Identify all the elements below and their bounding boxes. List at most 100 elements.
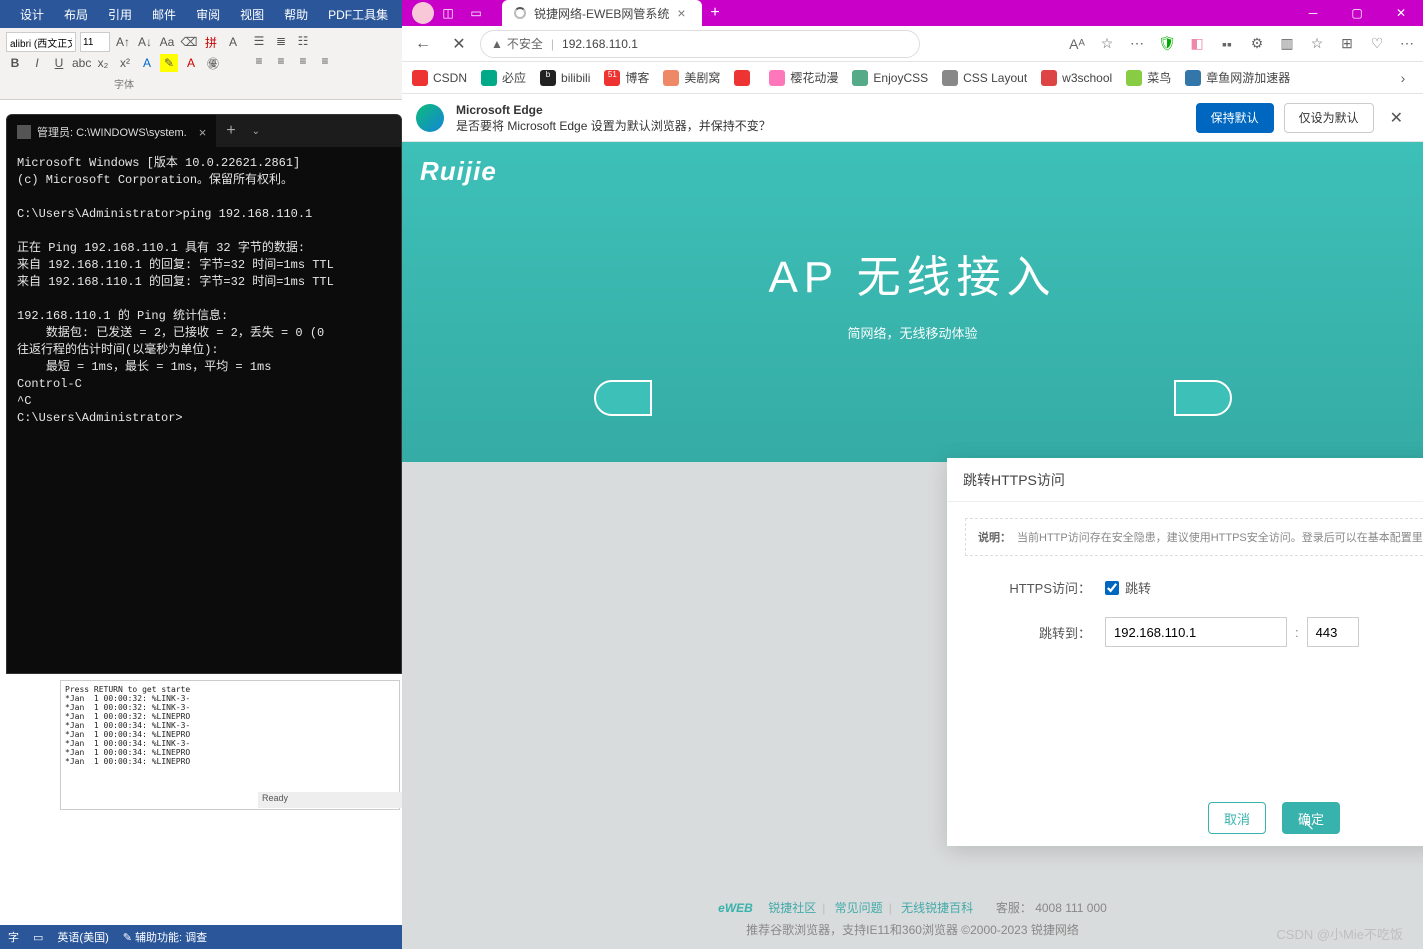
menu-icon[interactable]: ⋯	[1397, 34, 1417, 54]
back-button[interactable]: ←	[408, 29, 438, 59]
redirect-port-input[interactable]	[1307, 617, 1359, 647]
favorites-bar: CSDN 必应 bbilibili 51博客 美剧窝 樱花动漫 EnjoyCSS…	[402, 62, 1423, 94]
new-tab-button[interactable]: +	[702, 0, 728, 26]
size-select[interactable]	[80, 32, 110, 52]
collections-icon[interactable]: ▥	[1277, 34, 1297, 54]
tab-close-button[interactable]: ×	[199, 125, 207, 140]
watermark: CSDN @小Mie不吃饭	[1276, 924, 1403, 943]
page-indicator: 字	[8, 929, 19, 945]
shrink-font-button[interactable]: A↓	[136, 33, 154, 51]
underline-button[interactable]: U	[50, 54, 68, 72]
fav-blog[interactable]: 51博客	[604, 69, 649, 86]
maximize-button[interactable]: ▢	[1335, 0, 1379, 26]
minimize-button[interactable]: ─	[1291, 0, 1335, 26]
fav-meiju[interactable]: 美剧窝	[663, 69, 720, 86]
menu-item[interactable]: 邮件	[152, 6, 176, 23]
close-button[interactable]: ✕	[1379, 0, 1423, 26]
fav-csdn[interactable]: CSDN	[412, 70, 467, 86]
bold-button[interactable]: B	[6, 54, 24, 72]
footer-link-community[interactable]: 锐捷社区	[768, 901, 816, 915]
italic-button[interactable]: I	[28, 54, 46, 72]
superscript-button[interactable]: x²	[116, 54, 134, 72]
footer-link-wiki[interactable]: 无线锐捷百科	[901, 901, 973, 915]
redirect-ip-input[interactable]	[1105, 617, 1287, 647]
fav-overflow-icon[interactable]: ›	[1393, 68, 1413, 88]
workspaces-icon[interactable]: ◫	[434, 2, 462, 24]
fav-red[interactable]	[734, 70, 755, 86]
numbering-button[interactable]: ≣	[272, 32, 290, 50]
align-center-button[interactable]: ≡	[272, 52, 290, 70]
lang-status[interactable]: 英语(美国)	[57, 929, 108, 945]
fav-w3school[interactable]: w3school	[1041, 70, 1112, 86]
align-left-button[interactable]: ≡	[250, 52, 268, 70]
fav-sakura[interactable]: 樱花动漫	[769, 69, 838, 86]
ext3-icon[interactable]: ▪▪	[1217, 34, 1237, 54]
url-field[interactable]: ▲ 不安全 | 192.168.110.1	[480, 30, 920, 58]
https-checkbox[interactable]	[1105, 581, 1119, 595]
tab-title: 锐捷网络-EWEB网管系统	[534, 5, 669, 22]
favorite-icon[interactable]: ☆	[1097, 34, 1117, 54]
menu-item[interactable]: 帮助	[284, 6, 308, 23]
set-default-button[interactable]: 仅设为默认	[1284, 103, 1374, 133]
clear-fmt-button[interactable]: ⌫	[180, 33, 198, 51]
font-color-button[interactable]: A	[182, 54, 200, 72]
multilevel-button[interactable]: ☷	[294, 32, 312, 50]
menu-item[interactable]: 引用	[108, 6, 132, 23]
tab-actions-icon[interactable]: ▭	[462, 2, 490, 24]
subscript-button[interactable]: x₂	[94, 54, 112, 72]
hero-banner: Ruijie AP 无线接入 简网络，无线移动体验	[402, 142, 1423, 462]
bullets-button[interactable]: ☰	[250, 32, 268, 50]
phonetic-button[interactable]: 拼	[202, 33, 220, 51]
text-effect-button[interactable]: A	[138, 54, 156, 72]
shield-icon[interactable]: 🛡	[1157, 34, 1177, 54]
ext4-icon[interactable]: ⚙	[1247, 34, 1267, 54]
change-case-button[interactable]: Aa	[158, 33, 176, 51]
tab-menu-button[interactable]: ⌄	[246, 126, 266, 137]
footer-link-faq[interactable]: 常见问题	[835, 901, 883, 915]
justify-button[interactable]: ≡	[316, 52, 334, 70]
tab-close-icon[interactable]: ×	[677, 5, 685, 21]
performance-icon[interactable]: ♡	[1367, 34, 1387, 54]
stop-button[interactable]: ✕	[444, 29, 474, 59]
fav-enjoycss[interactable]: EnjoyCSS	[852, 70, 928, 86]
menu-item[interactable]: 布局	[64, 6, 88, 23]
align-right-button[interactable]: ≡	[294, 52, 312, 70]
font-select[interactable]	[6, 32, 76, 52]
fav-runoob[interactable]: 菜鸟	[1126, 69, 1171, 86]
ext2-icon[interactable]: ◧	[1187, 34, 1207, 54]
hero-input-left[interactable]	[594, 380, 652, 416]
fav-octopus[interactable]: 章鱼网游加速器	[1185, 69, 1290, 86]
browser-tab[interactable]: 锐捷网络-EWEB网管系统 ×	[502, 0, 702, 26]
menu-item[interactable]: 设计	[20, 6, 44, 23]
profile-avatar[interactable]	[412, 2, 434, 24]
colon-separator: :	[1295, 625, 1299, 640]
fav-bing[interactable]: 必应	[481, 69, 526, 86]
favorites-icon[interactable]: ☆	[1307, 34, 1327, 54]
ready-status: Ready	[258, 792, 402, 808]
banner-title: Microsoft Edge	[456, 103, 543, 117]
cancel-button[interactable]: 取消	[1208, 802, 1266, 834]
default-browser-banner: Microsoft Edge 是否要将 Microsoft Edge 设置为默认…	[402, 94, 1423, 142]
terminal-output[interactable]: Microsoft Windows [版本 10.0.22621.2861] (…	[7, 147, 401, 435]
new-tab-button[interactable]: +	[216, 122, 245, 140]
enclose-button[interactable]: ㊝	[204, 54, 222, 72]
grow-font-button[interactable]: A↑	[114, 33, 132, 51]
menu-item[interactable]: PDF工具集	[328, 6, 388, 23]
menu-item[interactable]: 审阅	[196, 6, 220, 23]
terminal-tab[interactable]: 管理员: C:\WINDOWS\system. ×	[7, 115, 216, 147]
ext1-icon[interactable]: ⋯	[1127, 34, 1147, 54]
menu-item[interactable]: 视图	[240, 6, 264, 23]
extensions-icon[interactable]: ⊞	[1337, 34, 1357, 54]
strike-button[interactable]: abc	[72, 54, 90, 72]
keep-default-button[interactable]: 保持默认	[1196, 103, 1274, 133]
security-indicator[interactable]: ▲ 不安全	[491, 35, 543, 52]
accessibility-status[interactable]: ✎ 辅助功能: 调查	[123, 929, 207, 945]
hero-input-right[interactable]	[1174, 380, 1232, 416]
fav-csslayout[interactable]: CSS Layout	[942, 70, 1027, 86]
banner-close-icon[interactable]: ✕	[1384, 108, 1409, 128]
fav-bilibili[interactable]: bbilibili	[540, 70, 590, 86]
highlight-button[interactable]: ✎	[160, 54, 178, 72]
ok-button[interactable]: 确定 ↖	[1282, 802, 1340, 834]
reading-mode-icon[interactable]: Aᴬ	[1067, 34, 1087, 54]
char-border-button[interactable]: A	[224, 33, 242, 51]
